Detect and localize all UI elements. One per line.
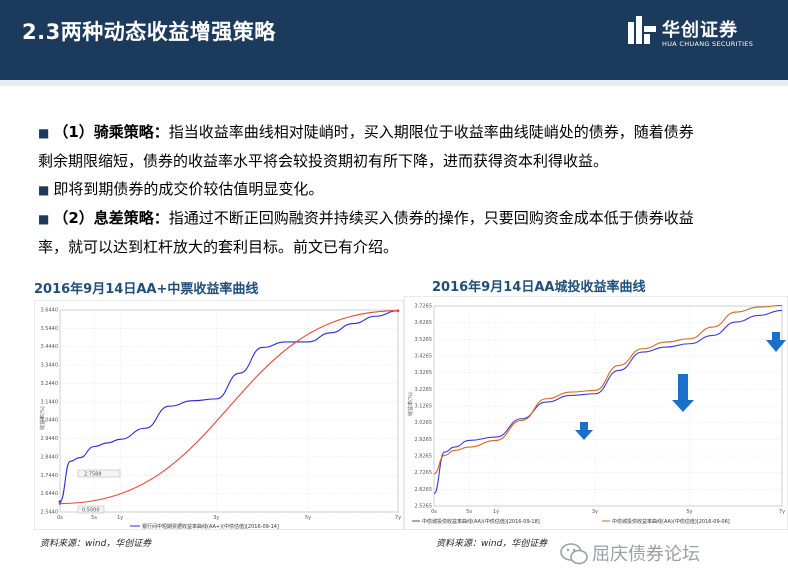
square-bullet-icon: ■ [38,126,50,140]
maturing-text: 即将到期债券的成交价较估值明显变化。 [53,180,324,198]
right-xtick-label: 3y [592,509,598,515]
left-ytick-label: 2.7440 [41,473,59,479]
left-ytick-label: 2.6440 [41,491,59,497]
left-xtick-label: 7y [395,515,401,521]
right-ytick-label: 2.6265 [415,487,433,493]
logo-mark-icon [628,16,656,44]
left-ytick-label: 3.1440 [41,399,59,405]
right-xtick-label: 5s [466,509,472,515]
right-ytick-label: 2.5265 [415,504,433,510]
carry-text-b: 率，就可以达到杠杆放大的套利目标。前文已有介绍。 [38,238,399,256]
logo-text-en: HUA CHUANG SECURITIES [662,40,754,48]
carry-label: （2）息差策略： [53,209,169,227]
right-source-note: 资料来源：wind，华创证券 [436,539,548,549]
left-xtick-label: 5s [91,515,97,521]
left-ytick-label: 3.2440 [41,381,59,387]
left-xtick-label: 3y [213,515,219,521]
right-ytick-label: 3.4265 [415,354,433,360]
left-legend-1: 银行间中短期票据收益率曲线(AA+)(中债估值)[2016-09-14] [142,523,279,530]
riding-text-b: 剩余期限缩短，债券的收益率水平将会较投资期初有所下降，进而获得资本利得收益。 [38,152,609,170]
right-xtick-label: 5y [686,509,692,515]
right-ytick-label: 2.9265 [415,437,433,443]
left-data-point [58,502,62,505]
carry-text-a: 指通过不断正回购融资并持续买入债券的操作，只要回购资金成本低于债券收益 [168,209,694,227]
left-xtick-label: 5y [305,515,311,521]
right-legend-1: 中债城投债收益率曲线(AA)(中债估值)[2016-09-18] [422,518,540,525]
left-xtick-label: 0s [57,515,63,521]
right-ytick-label: 3.1265 [415,404,433,410]
left-ytick-label: 2.9440 [41,436,59,442]
right-xtick-label: 7y [779,509,785,515]
left-ytick-label: 3.6440 [41,308,59,314]
logo-text-cn: 华创证券 [662,20,738,41]
paragraph-maturing: ■ 即将到期债券的成交价较估值明显变化。 [38,175,758,204]
right-ytick-label: 3.6265 [415,320,433,326]
right-chart-title: 2016年9月14日AA城投收益率曲线 [432,280,646,295]
left-ytick-label: 2.8440 [41,454,59,460]
right-ytick-label: 2.8265 [415,454,433,460]
right-ytick-label: 3.2265 [415,387,433,393]
left-chart-title: 2016年9月14日AA+中票收益率曲线 [34,282,259,297]
left-ytick-label: 3.3440 [41,363,59,369]
left-ytick-label: 3.4440 [41,344,59,350]
right-ytick-label: 3.7265 [415,304,433,310]
right-legend-2: 中债城投债收益率曲线(AA)(中债估值)[2016-09-06] [612,518,730,525]
riding-label: （1）骑乘策略： [53,123,169,141]
paragraph-riding: ■ （1）骑乘策略：指当收益率曲线相对陡峭时，买入期限位于收益率曲线陡峭处的债券，… [38,118,758,175]
right-ytick-label: 2.7265 [415,470,433,476]
left-annotation-1: 2.7588 [84,472,102,478]
company-logo: 华创证券 HUA CHUANG SECURITIES [628,16,768,52]
left-ytick-label: 2.5440 [41,510,59,516]
left-xtick-label: 1y [117,515,123,521]
square-bullet-icon: ■ [38,212,50,226]
paragraph-carry: ■ （2）息差策略：指通过不断正回购融资并持续买入债券的操作，只要回购资金成本低于… [38,204,758,261]
right-xtick-label: 1y [493,509,499,515]
header-stripe [0,80,788,86]
right-yield-curve-chart: 2.5265 2.6265 2.7265 2.8265 2.9265 3.0265 3.12… [404,296,788,530]
left-annotation-2: 0.5000 [82,508,100,514]
riding-text-a: 指当收益率曲线相对陡峭时，买入期限位于收益率曲线陡峭处的债券，随着债券 [168,123,694,141]
right-ylabel: 收益率(%) [407,392,414,416]
watermark-text: 屈庆债券论坛 [592,544,700,565]
left-data-point [396,309,400,313]
left-ytick-label: 3.5440 [41,326,59,332]
page-title: 2.3两种动态收益增强策略 [22,20,276,44]
body-text: ■ （1）骑乘策略：指当收益率曲线相对陡峭时，买入期限位于收益率曲线陡峭处的债券，… [38,118,758,261]
header-bar: 2.3两种动态收益增强策略 华创证券 HUA CHUANG SECURITIES [0,0,788,80]
left-source-note: 资料来源：wind，华创证券 [40,539,152,549]
right-ytick-label: 3.5265 [415,337,433,343]
right-ytick-label: 3.0265 [415,420,433,426]
left-yield-curve-chart: 2.54402.64402.74402.84402.94403.04403.14… [34,300,404,530]
square-bullet-icon: ■ [38,183,50,197]
wechat-watermark: 屈庆债券论坛 [558,538,768,568]
right-ytick-label: 3.3265 [415,370,433,376]
wechat-icon [560,543,588,565]
left-ylabel: 收益率(%) [39,406,46,430]
right-xtick-label: 0s [431,509,437,515]
